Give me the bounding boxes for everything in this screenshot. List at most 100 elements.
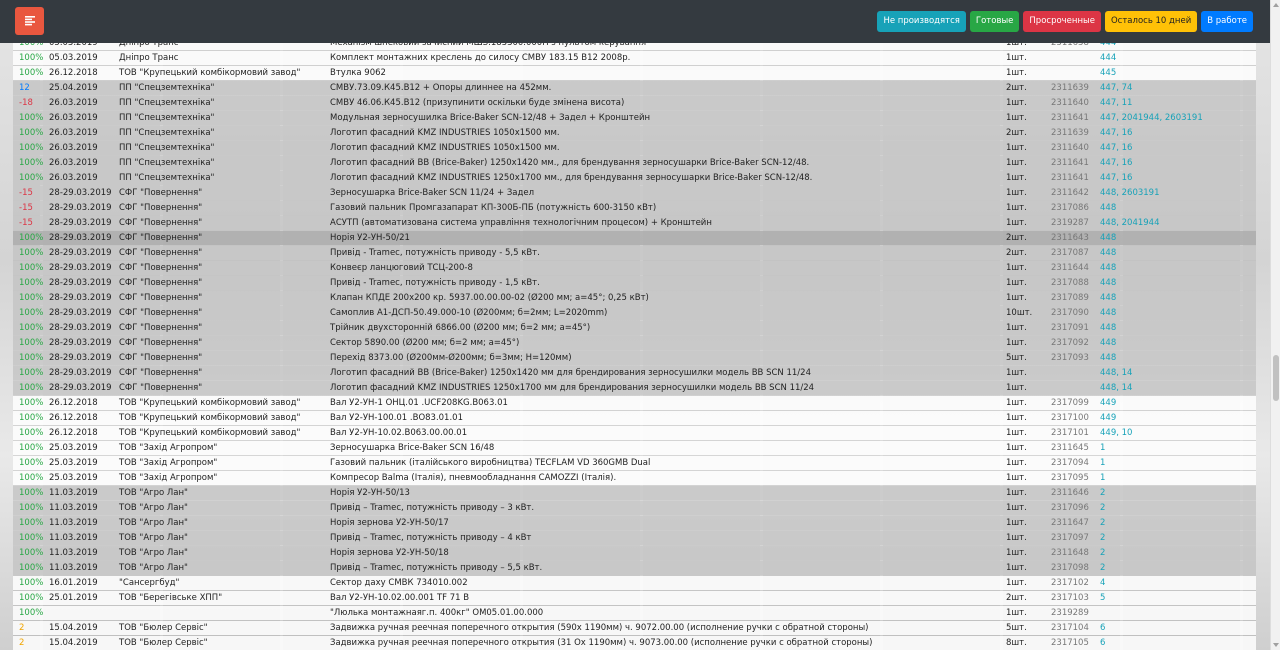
- number-cell: 2317105: [1045, 635, 1094, 650]
- order-links-cell[interactable]: 448, 14: [1094, 380, 1256, 397]
- table-row[interactable]: 100% 28-29.03.2019 СФГ "Повернення" Самопли…: [13, 305, 1256, 322]
- table-row[interactable]: 100% 25.03.2019 ТОВ "Захід Агропром" Газови…: [13, 455, 1256, 472]
- table-row[interactable]: 100% 26.03.2019 ПП "Спецземтехніка" Логотип…: [13, 140, 1256, 157]
- table-row[interactable]: 100% 11.03.2019 ТОВ "Агро Лан" Привід – Tra…: [13, 530, 1256, 547]
- vertical-scrollbar[interactable]: [1270, 0, 1280, 650]
- table-row[interactable]: 100% 28-29.03.2019 СФГ "Повернення" Сектор …: [13, 335, 1256, 352]
- order-links-cell[interactable]: 2: [1094, 545, 1256, 562]
- table-row[interactable]: 100% 11.03.2019 ТОВ "Агро Лан" Норія зернов…: [13, 545, 1256, 562]
- progress-cell: 100%: [13, 575, 43, 592]
- table-row[interactable]: 100% 05.03.2019 Дніпро Транс Комплект монта…: [13, 50, 1256, 67]
- order-links-cell[interactable]: 444: [1094, 50, 1256, 67]
- table-row[interactable]: 100% 28-29.03.2019 СФГ "Повернення" Привід …: [13, 245, 1256, 262]
- order-links-cell[interactable]: 448: [1094, 320, 1256, 337]
- order-links-cell[interactable]: 1: [1094, 440, 1256, 457]
- order-links-cell[interactable]: 448: [1094, 305, 1256, 322]
- table-row[interactable]: 100% 28-29.03.2019 СФГ "Повернення" Перехід…: [13, 350, 1256, 367]
- order-links-cell[interactable]: 2: [1094, 530, 1256, 547]
- table-row[interactable]: 100% 28-29.03.2019 СФГ "Повернення" Конвеєр…: [13, 260, 1256, 277]
- order-links-cell[interactable]: 448: [1094, 260, 1256, 277]
- order-links-cell[interactable]: 445: [1094, 65, 1256, 82]
- scrollbar-thumb[interactable]: [1273, 355, 1279, 401]
- table-row[interactable]: 100% 26.12.2018 ТОВ "Крупецький комбікормо…: [13, 425, 1256, 442]
- quantity-cell: 1шт.: [1000, 50, 1045, 67]
- order-links-cell[interactable]: 448, 2603191: [1094, 185, 1256, 202]
- order-links-cell[interactable]: 448: [1094, 200, 1256, 217]
- filter-overdue-button[interactable]: Просроченные: [1023, 11, 1101, 32]
- table-row[interactable]: -15 28-29.03.2019 СФГ "Повернення" Газовий …: [13, 200, 1256, 217]
- order-links-cell[interactable]: 2: [1094, 485, 1256, 502]
- table-row[interactable]: 100% 26.12.2018 ТОВ "Крупецький комбікормо…: [13, 65, 1256, 82]
- table-row[interactable]: 100% 25.01.2019 ТОВ "Берегівське ХПП" Вал У…: [13, 590, 1256, 607]
- table-row[interactable]: 100% 26.03.2019 ПП "Спецземтехніка" Логотип…: [13, 155, 1256, 172]
- table-row[interactable]: 100% 11.03.2019 ТОВ "Агро Лан" Норія зернов…: [13, 515, 1256, 532]
- order-links-cell[interactable]: 448: [1094, 245, 1256, 262]
- date-cell: 25.03.2019: [43, 455, 113, 472]
- order-links-cell[interactable]: 5: [1094, 590, 1256, 607]
- order-links-cell[interactable]: 448: [1094, 290, 1256, 307]
- table-row[interactable]: 100% 25.03.2019 ТОВ "Захід Агропром" Зернос…: [13, 440, 1256, 457]
- table-row[interactable]: 100% 28-29.03.2019 СФГ "Повернення" Привід …: [13, 275, 1256, 292]
- order-links-cell[interactable]: 1: [1094, 455, 1256, 472]
- order-links-cell[interactable]: 1: [1094, 470, 1256, 487]
- table-row[interactable]: 100% 11.03.2019 ТОВ "Агро Лан" Привід – Tra…: [13, 500, 1256, 517]
- table-row[interactable]: -15 28-29.03.2019 СФГ "Повернення" Зерносуш…: [13, 185, 1256, 202]
- table-row[interactable]: 100% 11.03.2019 ТОВ "Агро Лан" Привід – Tra…: [13, 560, 1256, 577]
- order-links-cell[interactable]: 449: [1094, 410, 1256, 427]
- filter-in-progress-button[interactable]: В работе: [1201, 11, 1253, 32]
- table-row[interactable]: 100% "Люлька монтажнаяг.п. 400кг" ОМ05.01…: [13, 605, 1256, 622]
- table-row[interactable]: 100% 28-29.03.2019 СФГ "Повернення" Трійник…: [13, 320, 1256, 337]
- table-row[interactable]: 100% 25.03.2019 ТОВ "Захід Агропром" Компре…: [13, 470, 1256, 487]
- scroll-up-icon[interactable]: [1273, 3, 1279, 7]
- filter-not-produced-button[interactable]: Не производятся: [877, 11, 966, 32]
- table-row[interactable]: 100% 11.03.2019 ТОВ "Агро Лан" Норія У2-УН-…: [13, 485, 1256, 502]
- number-cell: 2317096: [1045, 500, 1094, 517]
- order-links-cell[interactable]: 2: [1094, 515, 1256, 532]
- order-links-cell[interactable]: 6: [1094, 620, 1256, 637]
- filter-10-days-left-button[interactable]: Осталось 10 дней: [1104, 11, 1198, 32]
- table-row[interactable]: 100% 26.03.2019 ПП "Спецземтехніка" Модульн…: [13, 110, 1256, 127]
- quantity-cell: 1шт.: [1000, 365, 1045, 382]
- table-row[interactable]: 100% 26.12.2018 ТОВ "Крупецький комбікормо…: [13, 395, 1256, 412]
- order-links-cell[interactable]: 448: [1094, 230, 1256, 247]
- table-row[interactable]: 100% 28-29.03.2019 СФГ "Повернення" Логотип…: [13, 365, 1256, 382]
- order-links-cell[interactable]: 448: [1094, 350, 1256, 367]
- scroll-down-icon[interactable]: [1273, 643, 1279, 647]
- table-row[interactable]: 2 15.04.2019 ТОВ "Бюлер Сервіс" Задвижка ру…: [13, 635, 1256, 650]
- order-links-cell[interactable]: 6: [1094, 635, 1256, 650]
- order-links-cell[interactable]: 4: [1094, 575, 1256, 592]
- order-links-cell[interactable]: 449: [1094, 395, 1256, 412]
- table-row[interactable]: 100% 26.12.2018 ТОВ "Крупецький комбікормо…: [13, 410, 1256, 427]
- order-links-cell[interactable]: 2: [1094, 560, 1256, 577]
- table-row[interactable]: 100% 26.03.2019 ПП "Спецземтехніка" Логотип…: [13, 125, 1256, 142]
- table-row[interactable]: 100% 28-29.03.2019 СФГ "Повернення" Норія У…: [13, 230, 1256, 247]
- table-row[interactable]: -15 28-29.03.2019 СФГ "Повернення" АСУТП (а…: [13, 215, 1256, 232]
- table-row[interactable]: 100% 26.03.2019 ПП "Спецземтехніка" Логотип…: [13, 170, 1256, 187]
- order-links-cell[interactable]: 447, 11: [1094, 95, 1256, 112]
- table-row[interactable]: -18 26.03.2019 ПП "Спецземтехніка" СМВУ 46.…: [13, 95, 1256, 112]
- order-links-cell[interactable]: 447, 2041944, 2603191: [1094, 110, 1256, 127]
- table-row[interactable]: 100% 28-29.03.2019 СФГ "Повернення" Клапан …: [13, 290, 1256, 307]
- date-cell: 11.03.2019: [43, 485, 113, 502]
- order-links-cell[interactable]: 447, 16: [1094, 155, 1256, 172]
- order-links-cell[interactable]: 447, 74: [1094, 80, 1256, 97]
- order-links-cell[interactable]: 447, 16: [1094, 140, 1256, 157]
- table-row[interactable]: 12 25.04.2019 ПП "Спецземтехніка" СМВУ.73.0…: [13, 80, 1256, 97]
- status-filter-group: Не производятся Готовые Просроченные Ост…: [877, 11, 1253, 32]
- table-row[interactable]: 100% 16.01.2019 "Сансергбуд" Сектор даху СМ…: [13, 575, 1256, 592]
- order-links-cell[interactable]: 448, 14: [1094, 365, 1256, 382]
- filter-ready-button[interactable]: Готовые: [969, 11, 1020, 32]
- order-links-cell[interactable]: 448, 2041944: [1094, 215, 1256, 232]
- table-row[interactable]: 100% 28-29.03.2019 СФГ "Повернення" Логотип…: [13, 380, 1256, 397]
- item-cell: Привід – Tramec, потужність приводу – 5,…: [324, 560, 1000, 577]
- order-links-cell[interactable]: 449, 10: [1094, 425, 1256, 442]
- order-links-cell[interactable]: 447, 16: [1094, 170, 1256, 187]
- table-row[interactable]: 2 15.04.2019 ТОВ "Бюлер Сервіс" Задвижка ру…: [13, 620, 1256, 637]
- order-links-cell[interactable]: 447, 16: [1094, 125, 1256, 142]
- order-links-cell[interactable]: 448: [1094, 275, 1256, 292]
- order-links-cell[interactable]: 2: [1094, 500, 1256, 517]
- order-links-cell[interactable]: [1094, 605, 1256, 622]
- menu-toggle-button[interactable]: [15, 7, 44, 35]
- number-cell: 2311639: [1045, 125, 1094, 142]
- order-links-cell[interactable]: 448: [1094, 335, 1256, 352]
